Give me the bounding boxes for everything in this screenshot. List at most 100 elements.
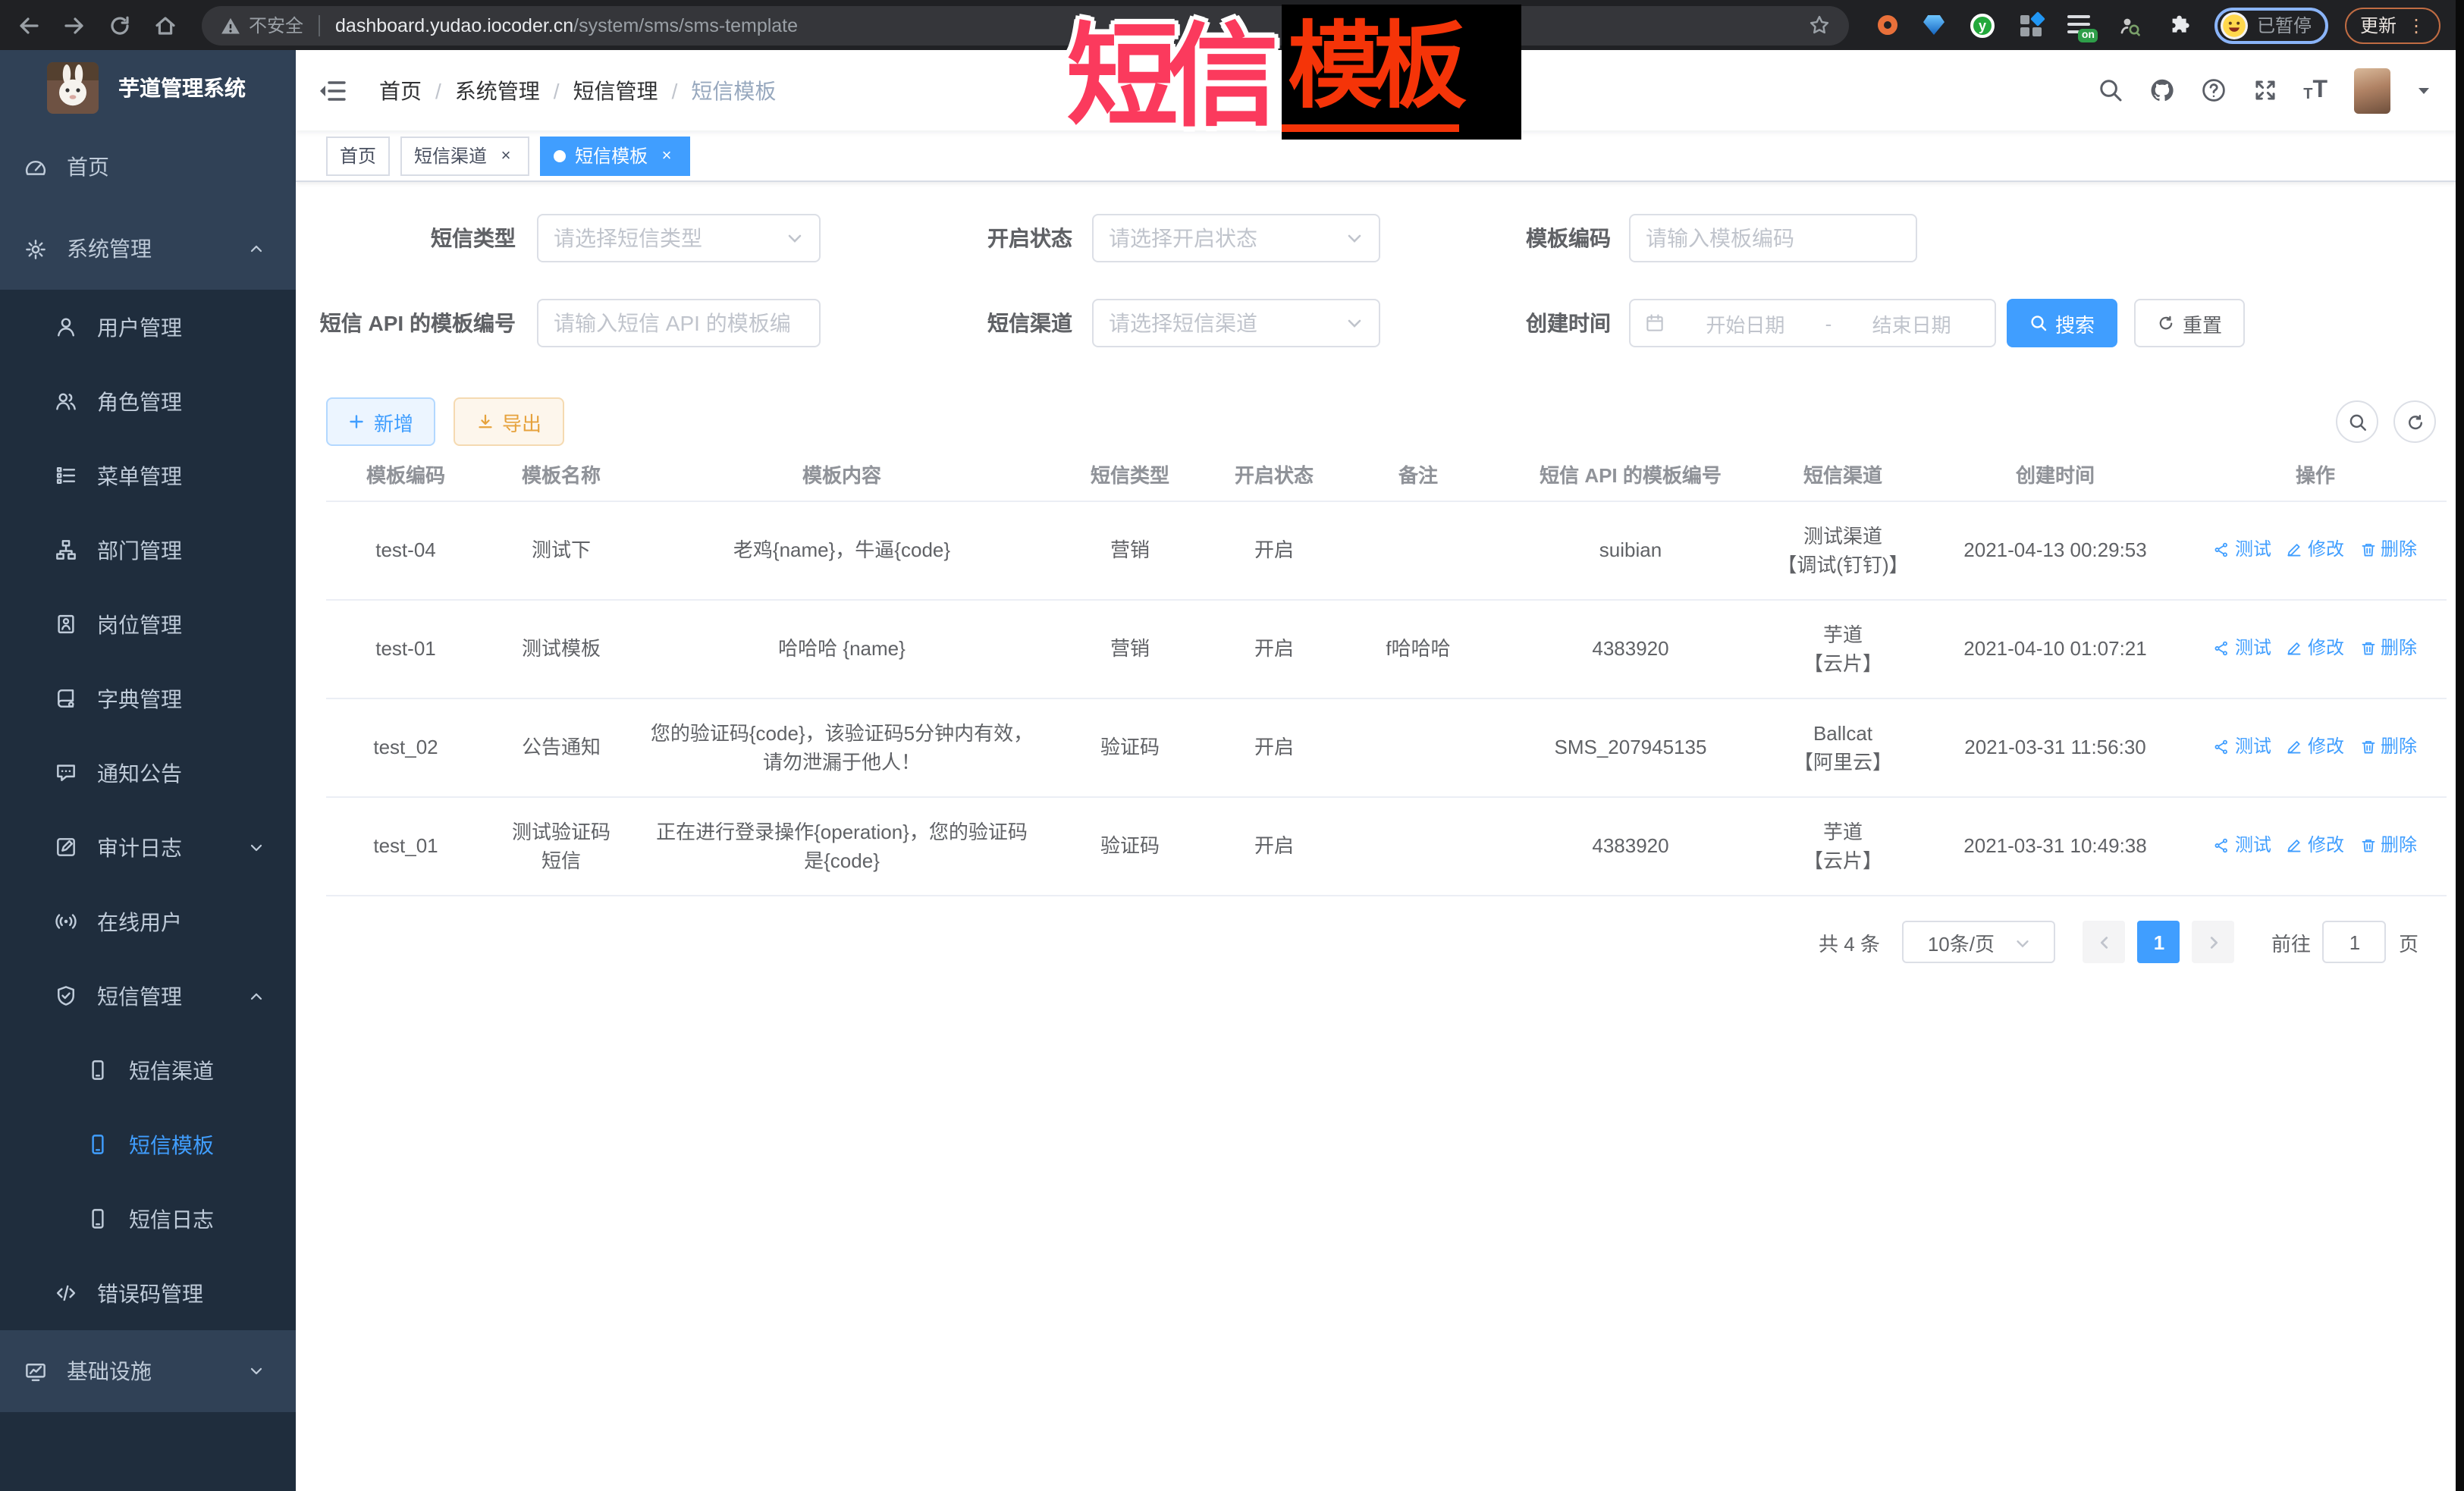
extension-y-icon[interactable]: y [1970, 13, 1995, 37]
extension-search-person-icon[interactable] [2117, 13, 2142, 37]
status-select[interactable]: 请选择开启状态 [1092, 214, 1380, 262]
action-label: 删除 [2381, 732, 2417, 761]
add-button[interactable]: 新增 [326, 397, 435, 446]
sidebar-item-12[interactable]: 短信渠道 [0, 1033, 296, 1107]
sidebar-item-14[interactable]: 短信日志 [0, 1182, 296, 1256]
sidebar-item-0[interactable]: 首页 [0, 126, 296, 208]
api-template-id-input[interactable] [537, 299, 821, 347]
app-logo-row[interactable]: 芋道管理系统 [0, 50, 296, 126]
page-size-select[interactable]: 10条/页 [1903, 921, 2056, 963]
sidebar-item-10[interactable]: 在线用户 [0, 884, 296, 959]
channel-select[interactable]: 请选择短信渠道 [1092, 299, 1380, 347]
active-dot [554, 149, 566, 162]
sms-type-select[interactable]: 请选择短信类型 [537, 214, 821, 262]
forward-icon[interactable] [62, 13, 86, 37]
sidebar-item-16[interactable]: 基础设施 [0, 1330, 296, 1412]
column-header: 模板名称 [485, 447, 637, 501]
delete-link[interactable]: 删除 [2359, 535, 2417, 563]
reset-button[interactable]: 重置 [2134, 299, 2245, 347]
page-number-button[interactable]: 1 [2138, 921, 2180, 963]
sidebar-menu: 首页系统管理用户管理角色管理菜单管理部门管理岗位管理字典管理通知公告审计日志在线… [0, 126, 296, 1412]
home-icon[interactable] [153, 13, 177, 37]
back-icon[interactable] [17, 13, 41, 37]
close-icon[interactable]: × [496, 146, 516, 165]
tab-tag-0[interactable]: 首页 [326, 136, 390, 175]
channel-cell: 芋道【云片】 [1759, 599, 1926, 698]
extension-grid-icon[interactable] [2020, 14, 2042, 36]
extension-list-icon[interactable]: on [2067, 13, 2092, 37]
sidebar-item-2[interactable]: 用户管理 [0, 290, 296, 364]
tab-tag-1[interactable]: 短信渠道× [400, 136, 529, 175]
sidebar-item-7[interactable]: 字典管理 [0, 661, 296, 736]
test-link[interactable]: 测试 [2214, 633, 2271, 662]
test-link[interactable]: 测试 [2214, 732, 2271, 761]
sidebar-item-15[interactable]: 错误码管理 [0, 1256, 296, 1330]
filter-row-1: 短信类型 请选择短信类型 开启状态 请选择开启状态 模板编码 [296, 214, 2464, 262]
extension-ring-icon[interactable] [1878, 15, 1897, 35]
table-toolbar: 新增 导出 [296, 397, 2464, 446]
refresh-table-button[interactable] [2393, 400, 2436, 443]
reload-icon[interactable] [108, 13, 132, 37]
screen: 不安全 dashboard.yudao.iocoder.cn/system/sm… [0, 0, 2464, 1491]
sidebar-item-5[interactable]: 部门管理 [0, 513, 296, 587]
goto-page-input[interactable] [2323, 921, 2387, 963]
breadcrumb-item[interactable]: 系统管理 [455, 75, 540, 105]
sidebar-item-4[interactable]: 菜单管理 [0, 438, 296, 513]
close-icon[interactable]: × [657, 146, 676, 165]
breadcrumb-item[interactable]: 短信管理 [573, 75, 658, 105]
next-page-button[interactable] [2192, 921, 2235, 963]
edit-link[interactable]: 修改 [2287, 830, 2344, 859]
sidebar-item-6[interactable]: 岗位管理 [0, 587, 296, 661]
template-content-cell: 老鸡{name}，牛逼{code} [637, 501, 1047, 599]
test-link[interactable]: 测试 [2214, 830, 2271, 859]
delete-link[interactable]: 删除 [2359, 633, 2417, 662]
create-time-range-picker[interactable]: 开始日期 - 结束日期 [1629, 299, 1996, 347]
fullscreen-icon[interactable] [2252, 77, 2277, 103]
actions-cell: 测试修改删除 [2184, 796, 2447, 895]
edit-link[interactable]: 修改 [2287, 535, 2344, 563]
sidebar-item-11[interactable]: 短信管理 [0, 959, 296, 1033]
address-bar[interactable]: 不安全 dashboard.yudao.iocoder.cn/system/sm… [202, 5, 1849, 45]
search-button[interactable]: 搜索 [2007, 299, 2117, 347]
sidebar-item-label: 审计日志 [97, 832, 247, 862]
extensions-area: y on [1878, 13, 2192, 37]
chevron-down-icon [2014, 934, 2031, 950]
sidebar-item-label: 用户管理 [97, 312, 296, 342]
table-row: test-01测试模板哈哈哈 {name}营销开启f哈哈哈4383920芋道【云… [326, 599, 2447, 698]
user-avatar[interactable] [2353, 67, 2390, 113]
github-icon[interactable] [2149, 77, 2174, 103]
delete-icon [2359, 639, 2376, 656]
delete-link[interactable]: 删除 [2359, 732, 2417, 761]
show-search-toggle-button[interactable] [2336, 400, 2378, 443]
sidebar-item-8[interactable]: 通知公告 [0, 736, 296, 810]
sidebar-toggle-icon[interactable] [319, 77, 346, 104]
create-time-label: 创建时间 [1449, 299, 1611, 347]
edit-link[interactable]: 修改 [2287, 732, 2344, 761]
avatar-caret-down-icon[interactable] [2415, 83, 2431, 98]
extensions-puzzle-icon[interactable] [2167, 13, 2192, 37]
template-name-cell: 测试验证码短信 [485, 796, 637, 895]
table-row: test_02公告通知您的验证码{code}，该验证码5分钟内有效，请勿泄漏于他… [326, 698, 2447, 796]
sms-type-label: 短信类型 [296, 214, 516, 262]
edit-link[interactable]: 修改 [2287, 633, 2344, 662]
profile-avatar [2221, 11, 2248, 39]
browser-update-menu-button[interactable]: 更新 ⋮ [2345, 7, 2440, 43]
search-icon[interactable] [2097, 77, 2123, 103]
delete-icon [2359, 541, 2376, 557]
template-code-input[interactable] [1629, 214, 1917, 262]
test-link[interactable]: 测试 [2214, 535, 2271, 563]
sidebar-item-9[interactable]: 审计日志 [0, 810, 296, 884]
extension-gem-icon[interactable] [1923, 15, 1945, 35]
sidebar-item-3[interactable]: 角色管理 [0, 364, 296, 438]
browser-profile-button[interactable]: 已暂停 [2214, 7, 2328, 43]
help-icon[interactable] [2200, 77, 2226, 103]
sidebar-item-1[interactable]: 系统管理 [0, 208, 296, 290]
tab-tag-2[interactable]: 短信模板× [540, 136, 690, 175]
bookmark-star-icon[interactable] [1808, 14, 1831, 36]
font-size-icon[interactable]: TT [2303, 78, 2327, 102]
export-button[interactable]: 导出 [454, 397, 564, 446]
breadcrumb-item[interactable]: 首页 [379, 75, 422, 105]
prev-page-button[interactable] [2083, 921, 2126, 963]
delete-link[interactable]: 删除 [2359, 830, 2417, 859]
sidebar-item-13[interactable]: 短信模板 [0, 1107, 296, 1182]
